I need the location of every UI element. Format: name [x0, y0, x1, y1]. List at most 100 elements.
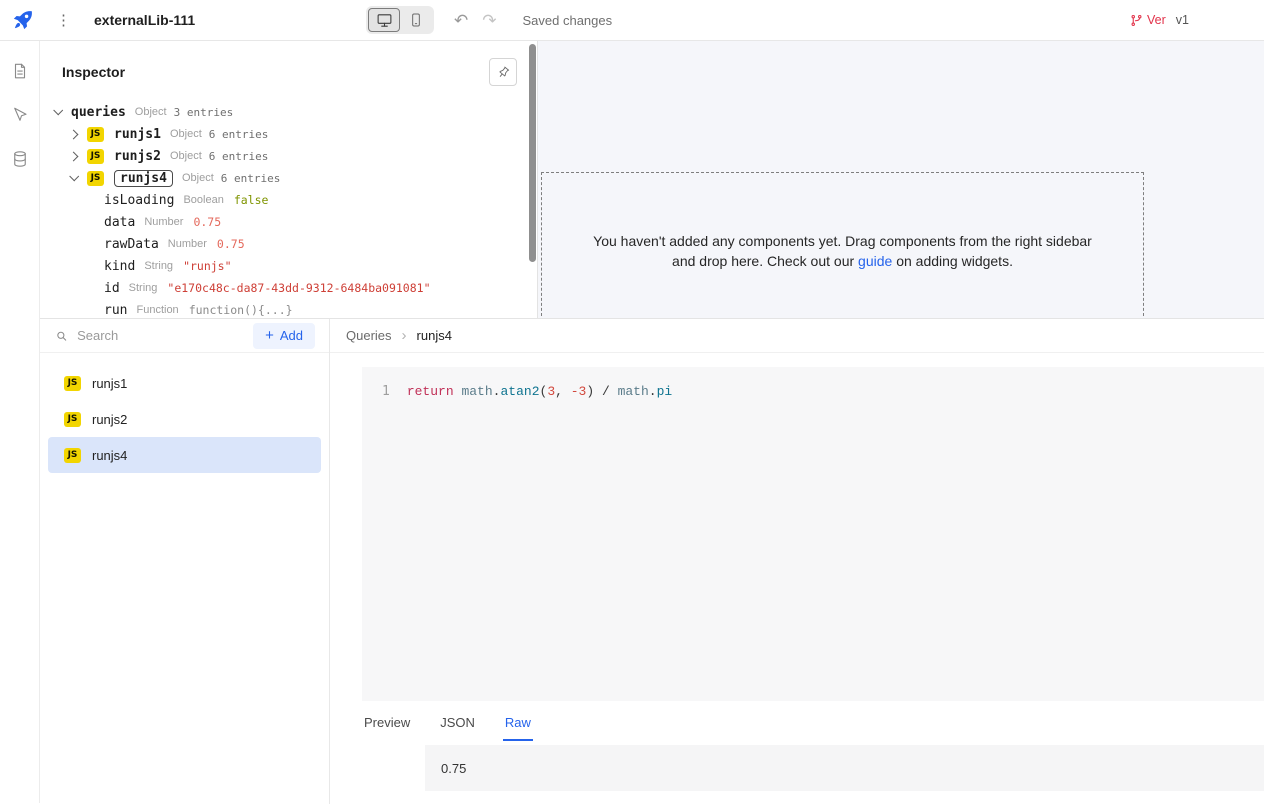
code-token [563, 384, 571, 399]
add-query-button[interactable]: + Add [253, 323, 315, 349]
inspector-title: Inspector [62, 64, 125, 80]
version-number[interactable]: v1 [1176, 13, 1189, 27]
redo-button[interactable]: ↷ [482, 12, 496, 29]
prop-key: data [104, 215, 135, 230]
js-icon: JS [64, 412, 81, 427]
empty-canvas-message-line2-end: on adding widgets. [892, 253, 1013, 269]
save-status: Saved changes [523, 13, 613, 28]
prop-value: function(){...} [189, 303, 293, 317]
query-item-runjs2[interactable]: JS runjs2 [48, 401, 321, 437]
cursor-pointer-icon [11, 106, 29, 124]
tree-node-runjs4[interactable]: JS runjs4 Object 6 entries [40, 167, 537, 189]
tree-prop-kind[interactable]: kind String "runjs" [40, 255, 537, 277]
tab-preview[interactable]: Preview [362, 715, 412, 741]
prop-value: "runjs" [183, 259, 231, 273]
phone-icon [408, 12, 424, 28]
chevron-down-icon[interactable] [53, 105, 63, 115]
query-item-label: runjs4 [92, 448, 127, 463]
code-line: return math.atan2(3, -3) / math.pi [407, 384, 672, 399]
inspector-scrollbar[interactable] [529, 44, 536, 262]
tree-node-runjs1[interactable]: JS runjs1 Object 6 entries [40, 123, 537, 145]
query-list-panel: + Add JS runjs1 JS runjs2 JS runjs4 [40, 319, 330, 804]
guide-link[interactable]: guide [858, 253, 892, 269]
tree-type: Object [182, 172, 214, 184]
tree-key: runjs1 [114, 127, 161, 142]
empty-canvas-message-line2: and drop here. Check out our [672, 253, 858, 269]
chevron-right-icon[interactable] [69, 129, 79, 139]
query-items: JS runjs1 JS runjs2 JS runjs4 [40, 353, 329, 473]
tree-count: 6 entries [209, 150, 269, 163]
pin-button[interactable] [489, 58, 517, 86]
breadcrumb-queries[interactable]: Queries [346, 328, 392, 343]
topbar-center: ↶ ↷ Saved changes [366, 0, 612, 40]
tree-count: 6 entries [209, 128, 269, 141]
chevron-right-icon[interactable] [69, 151, 79, 161]
code-token: math [618, 384, 649, 399]
prop-type: Number [144, 216, 183, 228]
query-item-label: runjs1 [92, 376, 127, 391]
query-editor: Queries › runjs4 1 return math.atan2(3, -… [330, 319, 1264, 804]
breadcrumb-current: runjs4 [417, 328, 452, 343]
line-number: 1 [382, 384, 390, 399]
code-editor[interactable]: 1 return math.atan2(3, -3) / math.pi [362, 367, 1264, 701]
tree-type: Object [170, 150, 202, 162]
prop-type: Number [168, 238, 207, 250]
tree-key-highlighted: runjs4 [114, 170, 173, 187]
empty-canvas-message-line1: You haven't added any components yet. Dr… [593, 233, 1092, 249]
chevron-down-icon[interactable] [69, 171, 79, 181]
tree-type: Object [135, 106, 167, 118]
tree-prop-rawdata[interactable]: rawData Number 0.75 [40, 233, 537, 255]
chevron-right-icon: › [402, 327, 407, 344]
tree-type: Object [170, 128, 202, 140]
app-menu-kebab-icon[interactable]: ⋮ [56, 11, 68, 29]
query-item-label: runjs2 [92, 412, 127, 427]
result-value: 0.75 [441, 761, 466, 776]
prop-type: Function [136, 304, 178, 316]
desktop-view-button[interactable] [368, 8, 400, 32]
inspect-nav-button[interactable] [8, 103, 32, 127]
tree-node-runjs2[interactable]: JS runjs2 Object 6 entries [40, 145, 537, 167]
tree-prop-data[interactable]: data Number 0.75 [40, 211, 537, 233]
tab-raw[interactable]: Raw [503, 715, 533, 741]
pages-nav-button[interactable] [8, 59, 32, 83]
left-rail [0, 41, 40, 803]
database-icon [11, 150, 29, 168]
prop-type: String [144, 260, 173, 272]
prop-value: false [234, 193, 269, 207]
tree-key: queries [71, 105, 126, 120]
js-icon: JS [64, 448, 81, 463]
tree-prop-run[interactable]: run Function function(){...} [40, 299, 537, 318]
version-control-button[interactable]: Ver [1130, 13, 1166, 27]
mobile-view-button[interactable] [400, 8, 432, 32]
js-icon: JS [87, 171, 104, 186]
prop-value: 0.75 [193, 215, 221, 229]
device-toggle [366, 6, 434, 34]
prop-key: kind [104, 259, 135, 274]
query-item-runjs1[interactable]: JS runjs1 [48, 365, 321, 401]
tree-count: 3 entries [174, 106, 234, 119]
datasources-nav-button[interactable] [8, 147, 32, 171]
code-token: . [649, 384, 657, 399]
topbar: ⋮ externalLib-111 ↶ ↷ Saved changes [0, 0, 1264, 41]
tree-prop-id[interactable]: id String "e170c48c-da87-43dd-9312-6484b… [40, 277, 537, 299]
prop-value: 0.75 [217, 237, 245, 251]
code-token: -3 [571, 384, 587, 399]
code-token: , [555, 384, 563, 399]
document-icon [11, 62, 29, 80]
tree-count: 6 entries [221, 172, 281, 185]
tree-prop-isloading[interactable]: isLoading Boolean false [40, 189, 537, 211]
tab-json[interactable]: JSON [438, 715, 477, 741]
code-token: return [407, 384, 454, 399]
prop-key: run [104, 303, 127, 318]
undo-button[interactable]: ↶ [454, 12, 468, 29]
js-icon: JS [87, 127, 104, 142]
code-token: ) [586, 384, 594, 399]
canvas-dropzone[interactable]: You haven't added any components yet. Dr… [541, 172, 1144, 318]
app-title: externalLib-111 [94, 12, 195, 28]
js-icon: JS [87, 149, 104, 164]
code-token: / [594, 384, 617, 399]
search-input[interactable] [77, 328, 253, 343]
app-logo-rocket-icon[interactable] [12, 9, 34, 31]
tree-node-queries[interactable]: queries Object 3 entries [40, 101, 537, 123]
query-item-runjs4[interactable]: JS runjs4 [48, 437, 321, 473]
